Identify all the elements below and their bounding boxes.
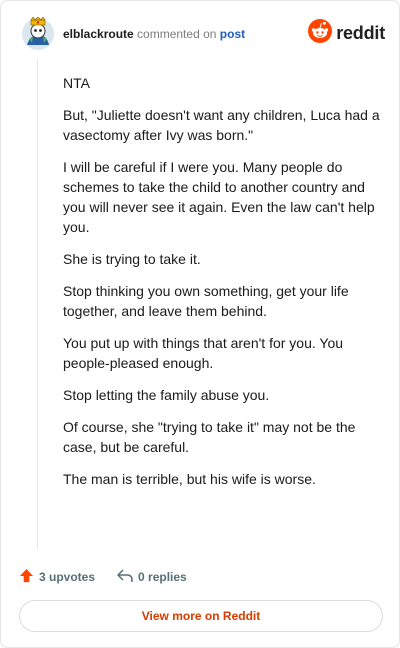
username-link[interactable]: elblackroute (63, 27, 134, 41)
comment-paragraph: The man is terrible, but his wife is wor… (63, 471, 316, 487)
comment-actions: 3 upvotes 0 replies (19, 567, 187, 587)
comment-body: NTA But, "Juliette doesn't want any chil… (63, 73, 381, 501)
comment-paragraph: She is trying to take it. (63, 251, 201, 267)
post-link[interactable]: post (220, 27, 245, 41)
comment-paragraph: But, "Juliette doesn't want any children… (63, 107, 380, 143)
comment-paragraph: Stop letting the family abuse you. (63, 387, 270, 403)
reply-arrow-icon (117, 568, 133, 586)
comment-paragraph: NTA (63, 75, 90, 91)
comment-embed-card: elblackroute commented on post reddit NT… (0, 0, 400, 648)
reply-count: 0 replies (138, 570, 187, 584)
comment-paragraph: Of course, she "trying to take it" may n… (63, 419, 356, 455)
comment-paragraph: I will be careful if I were you. Many pe… (63, 159, 375, 235)
action-text: commented on (137, 27, 217, 41)
thread-line (37, 59, 38, 549)
reply-button[interactable]: 0 replies (117, 568, 187, 586)
upvote-button[interactable]: 3 upvotes (19, 568, 95, 586)
reddit-brand[interactable]: reddit (308, 18, 385, 48)
upvote-count: 3 upvotes (39, 570, 96, 584)
comment-header: elblackroute commented on post reddit (1, 1, 400, 65)
reddit-snoo-icon (308, 18, 333, 48)
view-more-button[interactable]: View more on Reddit (19, 600, 383, 632)
user-avatar[interactable] (21, 16, 55, 51)
upvote-arrow-icon (19, 568, 34, 586)
comment-paragraph: You put up with things that aren't for y… (63, 335, 344, 371)
comment-byline: elblackroute commented on post (63, 27, 245, 41)
reddit-wordmark: reddit (336, 22, 385, 43)
comment-paragraph: Stop thinking you own something, get you… (63, 283, 349, 319)
